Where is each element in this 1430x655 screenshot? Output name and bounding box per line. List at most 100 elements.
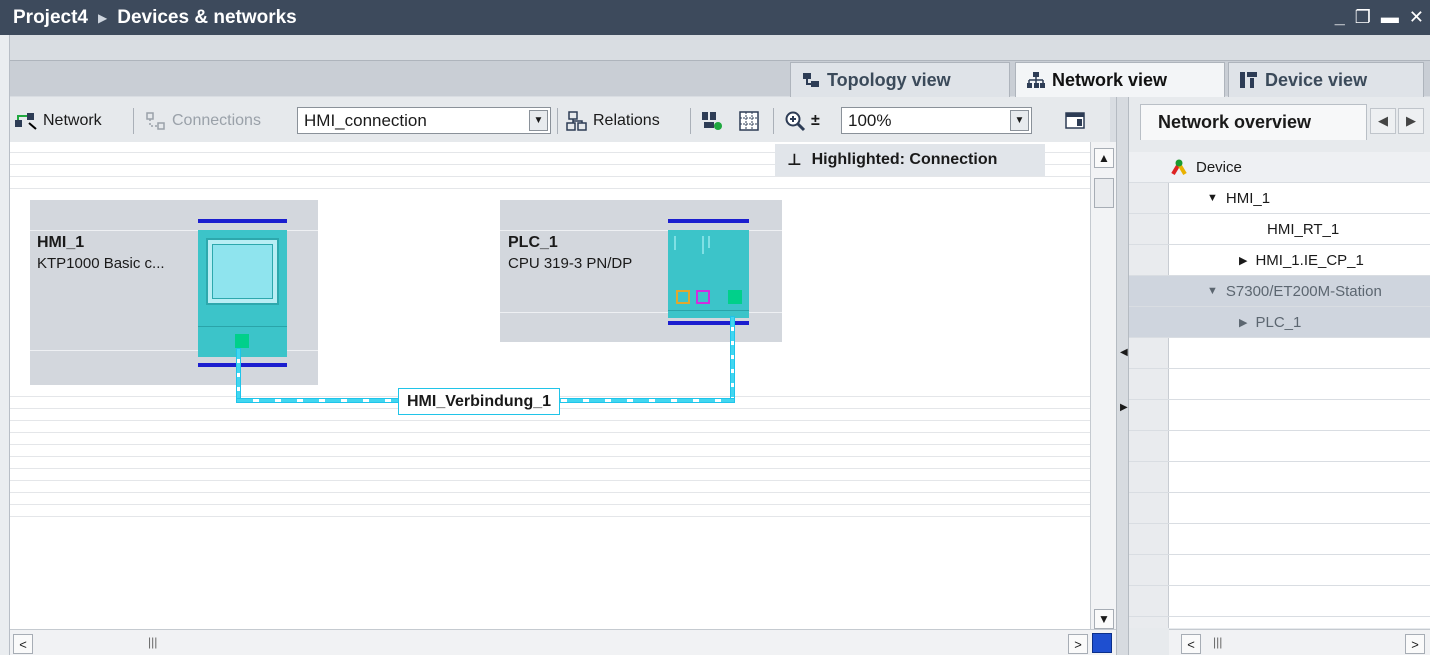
plc-profinet-port[interactable] [728,290,742,304]
overview-empty-row [1129,462,1430,493]
connection-line-plc[interactable] [730,316,735,403]
connection-line-hmi[interactable] [236,348,241,403]
chevron-down-icon[interactable]: ▼ [529,110,548,131]
scroll-right-button[interactable]: > [1405,634,1425,654]
overview-row-label: HMI_1.IE_CP_1 [1255,251,1364,269]
canvas-vertical-scrollbar[interactable]: ▲ ▼ [1090,142,1116,629]
minimize-button[interactable]: _ [1335,7,1345,28]
scroll-thumb[interactable] [1094,178,1114,208]
expand-icon[interactable]: ▼ [1207,285,1218,297]
device-name: PLC_1 [508,234,558,251]
connection-type-select[interactable]: HMI_connection ▼ [297,107,551,134]
tab-topology-label: Topology view [827,69,951,90]
canvas-horizontal-scrollbar[interactable]: < ||| > [10,629,1120,655]
overview-row-label: HMI_RT_1 [1267,220,1340,238]
pane-splitter[interactable]: ◀ ▶ [1116,97,1129,655]
highlight-info: ⊥ Highlighted: Connection [775,144,1045,176]
canvas-gridline [10,468,1090,469]
overview-empty-row [1129,586,1430,617]
overview-empty-row [1129,493,1430,524]
navigation-overview-icon[interactable] [1092,633,1112,653]
title-bar: Project4 ▶ Devices & networks _ ❐ ▬ ✕ [0,0,1430,35]
overview-row[interactable]: ▼ HMI_1 [1129,183,1430,214]
canvas-gridline [10,444,1090,445]
connections-icon [146,112,165,130]
connection-label[interactable]: HMI_Verbindung_1 [398,388,561,415]
device-tools-icon [1171,159,1187,176]
overview-toggle-button[interactable] [1064,107,1086,135]
breadcrumb-separator-icon: ▶ [97,10,108,25]
device-plc-1[interactable]: PLC_1 CPU 319-3 PN/DP [500,200,782,342]
highlight-text: Highlighted: Connection [811,151,998,168]
scroll-left-button[interactable]: < [1181,634,1201,654]
tab-topology-view[interactable]: Topology view [790,62,1010,97]
overview-row-label: PLC_1 [1255,313,1302,331]
hmi-profinet-port[interactable] [235,334,249,348]
network-icon [1026,71,1046,89]
tab-prev-button[interactable]: ◀ [1370,108,1396,134]
maximize-button[interactable]: ▬ [1381,7,1399,28]
overview-row[interactable]: HMI_RT_1 [1129,214,1430,245]
relations-button-label: Relations [593,112,660,129]
column-header-device[interactable]: Device [1170,158,1242,176]
address-labels-icon [702,112,722,130]
zoom-icon [785,111,806,132]
show-address-button[interactable] [700,107,724,135]
canvas-gridline [10,516,1090,517]
expand-icon[interactable]: ▼ [1207,192,1218,204]
tab-next-button[interactable]: ▶ [1398,108,1424,134]
overview-empty-row [1129,338,1430,369]
scroll-grip[interactable]: ||| [1213,635,1222,649]
chevron-down-icon[interactable]: ▼ [1010,110,1029,131]
overview-empty-row [1129,400,1430,431]
overview-row[interactable]: ▶ HMI_1.IE_CP_1 [1129,245,1430,276]
window-layout-icon [1065,112,1085,129]
toolbar-separator [690,108,691,134]
expand-icon[interactable]: ▶ [1239,316,1247,329]
canvas-gridline [10,432,1090,433]
canvas-gridline [10,188,1090,189]
tab-device-label: Device view [1265,69,1368,90]
device-type: KTP1000 Basic c... [37,255,165,272]
tab-device-view[interactable]: Device view [1228,62,1424,97]
table-view-button[interactable] [738,107,760,135]
connections-button[interactable]: Connections [145,107,261,135]
zoom-step-icon[interactable]: ± [811,112,820,130]
scroll-left-button[interactable]: < [13,634,33,654]
canvas-gridline [10,480,1090,481]
tab-network-view[interactable]: Network view [1015,62,1225,97]
relations-button[interactable]: Relations [566,107,660,135]
zoom-in-button[interactable]: ± [784,107,820,135]
restore-button[interactable]: ❐ [1355,7,1371,28]
canvas-gridline [10,420,1090,421]
scroll-grip[interactable]: ||| [148,635,157,649]
plc-cpu-icon [668,230,749,318]
toolbar-separator [557,108,558,134]
expand-icon[interactable]: ▶ [1239,254,1247,267]
collapse-right-icon[interactable]: ▶ [1120,402,1128,413]
collapse-left-icon[interactable]: ◀ [1120,347,1128,358]
zoom-select[interactable]: 100% ▼ [841,107,1032,134]
overview-row[interactable]: ▼ S7300/ET200M-Station [1129,276,1430,307]
grid-icon [739,111,759,131]
tab-network-overview[interactable]: Network overview [1140,104,1367,140]
scroll-down-button[interactable]: ▼ [1094,609,1114,629]
overview-horizontal-scrollbar[interactable]: < ||| > [1169,629,1430,655]
device-hmi-1[interactable]: HMI_1 KTP1000 Basic c... [30,200,318,385]
canvas-gridline [10,492,1090,493]
scroll-up-button[interactable]: ▲ [1094,148,1114,168]
network-button[interactable]: Network [14,107,102,135]
breadcrumb-project[interactable]: Project4 [13,7,88,29]
pin-icon[interactable]: ⊥ [787,150,802,170]
toolbar-separator [133,108,134,134]
overview-row[interactable]: ▶ PLC_1 [1129,307,1430,338]
device-rail-top [198,219,287,223]
device-rail-bottom [198,363,287,367]
overview-empty-row [1129,369,1430,400]
close-button[interactable]: ✕ [1409,7,1424,28]
network-canvas[interactable]: HMI_1 KTP1000 Basic c... PLC_1 CPU 319-3… [10,142,1090,629]
device-rail-bottom [668,321,749,325]
network-mode-icon [15,113,37,130]
overview-row-label: S7300/ET200M-Station [1225,282,1382,300]
scroll-right-button[interactable]: > [1068,634,1088,654]
